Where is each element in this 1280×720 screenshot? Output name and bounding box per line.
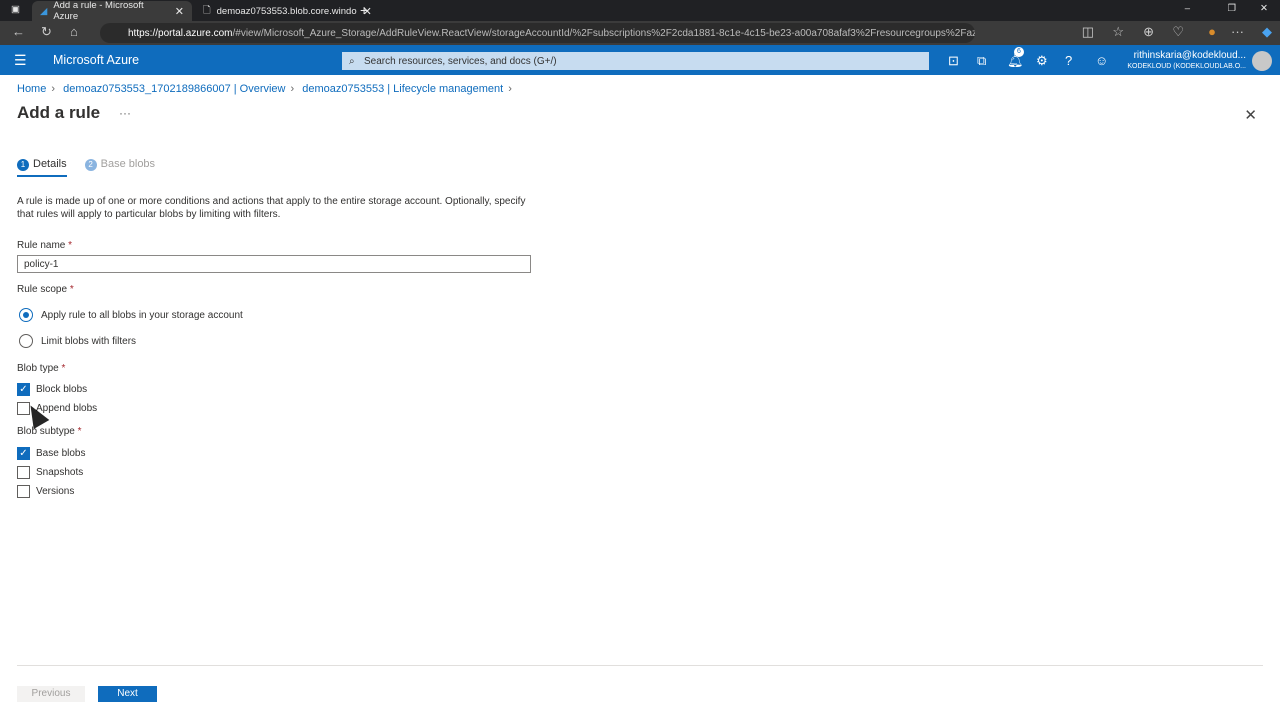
- minimize-icon[interactable]: –: [1185, 3, 1190, 14]
- close-tab-icon[interactable]: ✕: [175, 5, 184, 18]
- checkbox[interactable]: [17, 485, 30, 498]
- browser-tab-bar: ▣ ◢ Add a rule - Microsoft Azure ✕ 🗋 demoaz…: [0, 0, 1280, 22]
- tab-details[interactable]: 1 Details: [17, 158, 67, 177]
- avatar[interactable]: [1252, 51, 1272, 71]
- profile-icon[interactable]: ●: [1208, 24, 1216, 39]
- blob-subtype-label: Blob subtype *: [17, 426, 82, 437]
- split-screen-icon[interactable]: ◫: [1082, 24, 1094, 40]
- collections-icon[interactable]: ⊕: [1143, 24, 1154, 40]
- checkbox[interactable]: [17, 466, 30, 479]
- url-host: https://portal.azure.com: [128, 27, 233, 39]
- previous-button[interactable]: Previous: [17, 686, 85, 702]
- checkmark-icon[interactable]: ✓: [17, 383, 30, 396]
- user-tenant: KODEKLOUD (KODEKLOUDLAB.O...: [1127, 63, 1246, 70]
- home-icon[interactable]: ⌂: [70, 24, 78, 39]
- browser-tab-active[interactable]: ◢ Add a rule - Microsoft Azure ✕: [32, 0, 192, 22]
- scope-option-limit-filters[interactable]: Limit blobs with filters: [19, 334, 136, 348]
- restore-icon[interactable]: ❐: [1227, 3, 1236, 14]
- radio-button[interactable]: [19, 308, 33, 322]
- rule-name-label: Rule name *: [17, 240, 73, 251]
- url-path: /#view/Microsoft_Azure_Storage/AddRuleVi…: [232, 27, 976, 39]
- workspaces-icon[interactable]: ▣: [11, 4, 20, 15]
- breadcrumb: Home › demoaz0753553_1702189866007 | Over…: [17, 83, 517, 95]
- feedback-icon[interactable]: ☺: [1095, 53, 1108, 68]
- footer-divider: [17, 665, 1263, 666]
- checkbox-block-blobs[interactable]: ✓ Block blobs: [17, 383, 87, 396]
- document-icon: 🗋: [203, 5, 211, 16]
- page-title: Add a rule: [17, 103, 101, 122]
- checkbox-snapshots[interactable]: Snapshots: [17, 466, 83, 479]
- step-label: Base blobs: [100, 158, 156, 170]
- tab-title: Add a rule - Microsoft Azure: [53, 0, 144, 22]
- radio-button[interactable]: [19, 334, 33, 348]
- directory-filter-icon[interactable]: ⧉: [977, 53, 986, 69]
- search-icon: ⌕: [349, 55, 355, 67]
- blob-type-label: Blob type *: [17, 363, 66, 374]
- step-number: 1: [17, 159, 29, 171]
- account-menu[interactable]: rithinskaria@kodekloud... KODEKLOUD (KODE…: [1127, 50, 1246, 72]
- close-icon[interactable]: ✕: [1244, 106, 1257, 124]
- url-field[interactable]: https://portal.azure.com/#view/Microsoft…: [100, 23, 975, 43]
- rule-name-input[interactable]: policy-1: [17, 255, 531, 273]
- checkbox-base-blobs[interactable]: ✓ Base blobs: [17, 447, 85, 460]
- chevron-right-icon: ›: [290, 83, 295, 95]
- step-number: 2: [84, 159, 97, 171]
- user-email: rithinskaria@kodekloud...: [1133, 50, 1246, 61]
- notifications-icon[interactable]: 🔔︎ 6: [1007, 47, 1024, 69]
- next-button[interactable]: Next: [98, 686, 157, 702]
- tab-title: demoaz0753553.blob.core.windo: [216, 5, 357, 17]
- tab-base-blobs[interactable]: 2 Base blobs: [84, 158, 156, 177]
- cloud-shell-icon[interactable]: ⊡: [948, 53, 959, 69]
- favorites-icon[interactable]: ☆: [1112, 24, 1124, 40]
- azure-icon: ◢: [40, 5, 48, 17]
- breadcrumb-overview[interactable]: demoaz0753553_1702189866007 | Overview: [63, 83, 285, 95]
- notification-count: 6: [1014, 47, 1024, 57]
- more-options-icon[interactable]: ···: [119, 106, 131, 120]
- address-bar-row: ← ↻ ⌂ https://portal.azure.com/#view/Mic…: [0, 21, 1280, 45]
- back-icon[interactable]: ←: [12, 24, 25, 39]
- global-search-input[interactable]: ⌕ Search resources, services, and docs (G…: [342, 52, 929, 70]
- extensions-icon[interactable]: ♡: [1172, 24, 1184, 40]
- azure-header: ☰ Microsoft Azure ⌕ Search resources, ser…: [0, 45, 1280, 75]
- brand-title[interactable]: Microsoft Azure: [53, 53, 139, 67]
- rule-scope-label: Rule scope *: [17, 284, 74, 295]
- refresh-icon[interactable]: ↻: [41, 24, 52, 40]
- scope-option-all-blobs[interactable]: Apply rule to all blobs in your storage …: [19, 308, 243, 322]
- chevron-right-icon: ›: [51, 83, 56, 95]
- new-tab-icon[interactable]: +: [360, 2, 368, 18]
- menu-icon[interactable]: ☰: [14, 52, 27, 69]
- copilot-icon[interactable]: ◆: [1262, 24, 1272, 40]
- breadcrumb-lifecycle[interactable]: demoaz0753553 | Lifecycle management: [302, 83, 503, 95]
- breadcrumb-home[interactable]: Home: [17, 83, 46, 95]
- description: A rule is made up of one or more conditi…: [17, 196, 526, 220]
- search-placeholder: Search resources, services, and docs (G+…: [364, 55, 557, 67]
- checkbox-versions[interactable]: Versions: [17, 485, 74, 498]
- settings-icon[interactable]: ⚙: [1036, 53, 1048, 69]
- help-icon[interactable]: ?: [1065, 53, 1072, 68]
- chevron-right-icon: ›: [508, 83, 512, 95]
- step-label: Details: [33, 158, 67, 170]
- close-window-icon[interactable]: ✕: [1260, 3, 1268, 14]
- browser-tab[interactable]: 🗋 demoaz0753553.blob.core.windo ✕: [195, 1, 372, 21]
- more-icon[interactable]: ···: [1231, 24, 1244, 39]
- wizard-steps: 1 Details 2 Base blobs: [17, 158, 155, 177]
- checkmark-icon[interactable]: ✓: [17, 447, 30, 460]
